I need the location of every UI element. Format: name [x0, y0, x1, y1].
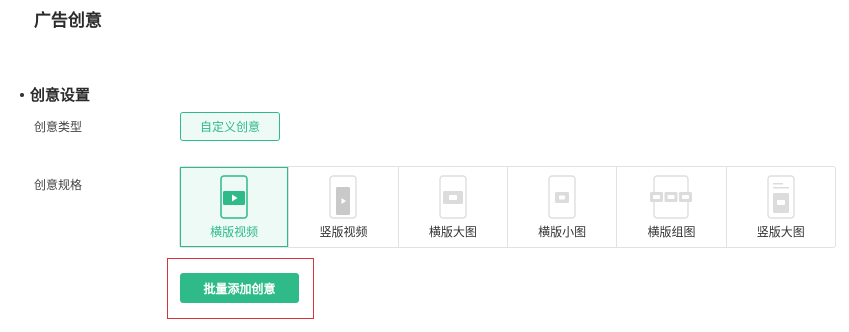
spec-option-label: 竖版大图 [756, 225, 805, 239]
portrait-large-image-icon [767, 175, 795, 219]
spec-option-label: 横版组图 [647, 225, 696, 239]
spec-option-portrait-large-image[interactable]: 竖版大图 [727, 167, 835, 247]
spec-option-label: 横版视频 [210, 225, 259, 239]
section-title: 创意设置 [30, 86, 91, 104]
page-title: 广告创意 [34, 11, 102, 31]
portrait-video-icon [329, 175, 358, 219]
bullet-dot [20, 92, 24, 97]
landscape-large-image-icon [439, 175, 467, 219]
creative-spec-group: 横版视频 竖版视频 横版大图 横版小图 横版组图 竖版大图 [179, 166, 836, 248]
spec-option-label: 竖版视频 [319, 225, 368, 239]
spec-option-label: 横版大图 [428, 225, 477, 239]
landscape-video-icon [220, 175, 248, 219]
spec-option-landscape-large-image[interactable]: 横版大图 [399, 167, 508, 247]
custom-creative-button[interactable]: 自定义创意 [180, 112, 280, 141]
spec-option-label: 横版小图 [538, 225, 587, 239]
creative-spec-label: 创意规格 [34, 178, 83, 192]
spec-option-landscape-image-group[interactable]: 横版组图 [617, 167, 727, 247]
ad-creative-page: 广告创意 创意设置 创意类型 自定义创意 创意规格 横版视频 竖版视频 横版大图… [0, 0, 849, 332]
spec-option-portrait-video[interactable]: 竖版视频 [289, 167, 399, 247]
landscape-small-image-icon [548, 175, 576, 219]
landscape-image-group-icon [650, 175, 693, 219]
spec-option-landscape-small-image[interactable]: 横版小图 [508, 167, 618, 247]
section-header: 创意设置 [20, 84, 90, 105]
batch-add-highlight: 批量添加创意 [167, 258, 314, 319]
spec-option-landscape-video[interactable]: 横版视频 [180, 167, 290, 247]
creative-type-label: 创意类型 [34, 120, 83, 134]
batch-add-creative-button[interactable]: 批量添加创意 [180, 273, 299, 303]
